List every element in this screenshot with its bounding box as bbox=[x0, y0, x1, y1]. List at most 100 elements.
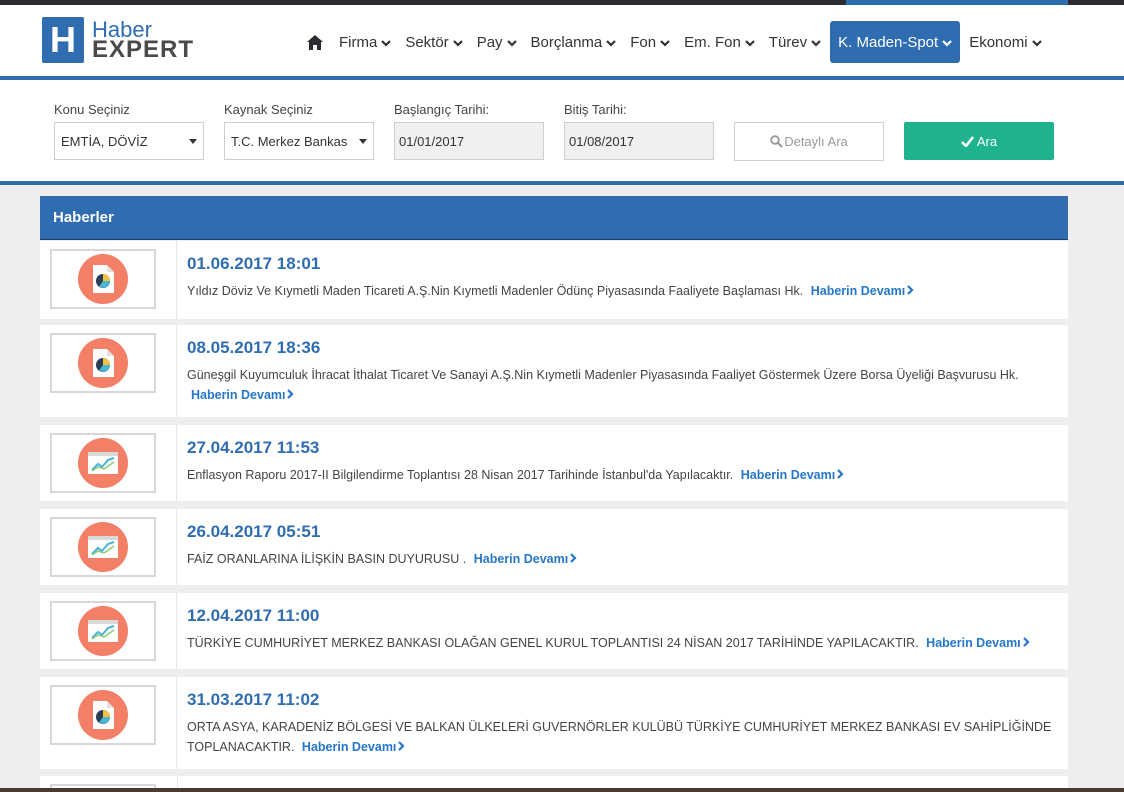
news-headline: TÜRKİYE CUMHURİYET MERKEZ BANKASI OLAĞAN… bbox=[187, 636, 919, 650]
start-date-filter: Başlangıç Tarihi: 01/01/2017 bbox=[394, 102, 544, 160]
caret-down-icon bbox=[359, 138, 367, 144]
pie-document-icon bbox=[78, 690, 128, 740]
nav-item-1[interactable]: Sektör bbox=[398, 21, 469, 63]
nav-item-5[interactable]: Em. Fon bbox=[677, 21, 762, 63]
news-item: 08.05.2017 18:36 Güneşgil Kuyumculuk İhra… bbox=[40, 325, 1068, 417]
nav-item-0[interactable]: Firma bbox=[332, 21, 398, 63]
news-title: Yıldız Döviz Ve Kıymetli Maden Ticareti … bbox=[187, 281, 1058, 301]
read-more-label: Haberin Devamı bbox=[301, 740, 397, 754]
news-date[interactable]: 31.03.2017 11:02 bbox=[187, 689, 1058, 711]
news-text: 27.04.2017 11:53 Enflasyon Raporu 2017-II… bbox=[187, 437, 1058, 485]
end-date-input[interactable]: 01/08/2017 bbox=[564, 122, 714, 160]
news-item: 31.03.2017 11:02 ORTA ASYA, KARADENİZ BÖL… bbox=[40, 677, 1068, 769]
check-icon bbox=[960, 135, 974, 147]
topic-select-value: EMTİA, DÖVİZ bbox=[61, 133, 148, 149]
news-thumb-column bbox=[40, 593, 177, 669]
news-item: 27.04.2017 11:53 Enflasyon Raporu 2017-II… bbox=[40, 425, 1068, 501]
news-date[interactable]: 26.04.2017 05:51 bbox=[187, 521, 1058, 543]
news-thumbnail[interactable] bbox=[50, 433, 156, 493]
news-thumbnail[interactable] bbox=[50, 601, 156, 661]
search-button-label: Ara bbox=[976, 133, 998, 149]
nav-item-label: Ekonomi bbox=[969, 33, 1028, 51]
source-select[interactable]: T.C. Merkez Bankas bbox=[224, 122, 374, 160]
news-text: 12.04.2017 11:00 TÜRKİYE CUMHURİYET MERKE… bbox=[187, 605, 1058, 653]
nav-item-label: Fon bbox=[630, 33, 657, 51]
start-date-input[interactable]: 01/01/2017 bbox=[394, 122, 544, 160]
news-item: 01.06.2017 18:01 Yıldız Döviz Ve Kıymetli… bbox=[40, 241, 1068, 319]
nav-item-label: Türev bbox=[768, 33, 808, 51]
read-more-link[interactable]: Haberin Devamı bbox=[191, 388, 295, 402]
news-thumbnail[interactable] bbox=[50, 249, 156, 309]
nav-item-label: Pay bbox=[476, 33, 503, 51]
nav-item-2[interactable]: Pay bbox=[470, 21, 524, 63]
topic-label: Konu Seçiniz bbox=[54, 102, 130, 117]
chevron-down-icon bbox=[660, 34, 670, 51]
read-more-label: Haberin Devamı bbox=[740, 468, 836, 482]
chevron-down-icon bbox=[452, 34, 463, 51]
news-headline: Enflasyon Raporu 2017-II Bilgilendirme T… bbox=[187, 468, 734, 482]
nav-item-label: Borçlanma bbox=[530, 33, 603, 51]
chevron-right-icon bbox=[907, 281, 914, 301]
news-title: TÜRKİYE CUMHURİYET MERKEZ BANKASI OLAĞAN… bbox=[187, 633, 1058, 653]
detailed-search-button[interactable]: Detaylı Ara bbox=[734, 122, 884, 161]
news-title: Güneşgil Kuyumculuk İhracat İthalat Tica… bbox=[187, 365, 1058, 405]
read-more-label: Haberin Devamı bbox=[191, 388, 286, 402]
news-text: 26.04.2017 05:51 FAİZ ORANLARINA İLİŞKİN … bbox=[187, 521, 1058, 569]
chevron-right-icon bbox=[398, 737, 405, 757]
line-chart-icon bbox=[78, 438, 128, 488]
news-date[interactable]: 01.06.2017 18:01 bbox=[187, 253, 1058, 275]
search-icon bbox=[770, 135, 783, 148]
chevron-down-icon bbox=[606, 34, 617, 51]
pie-document-icon bbox=[78, 254, 128, 304]
nav-item-8[interactable]: Ekonomi bbox=[962, 21, 1048, 63]
source-label: Kaynak Seçiniz bbox=[224, 102, 313, 117]
news-thumb-column bbox=[40, 509, 177, 585]
main-nav: Firma Sektör Pay Borçlanma Fon Em. Fon Türev K.… bbox=[298, 21, 1049, 63]
news-item: 12.04.2017 11:00 TÜRKİYE CUMHURİYET MERKE… bbox=[40, 593, 1068, 669]
news-thumbnail[interactable] bbox=[50, 333, 156, 393]
logo-text: Haber EXPERT bbox=[92, 19, 194, 62]
read-more-link[interactable]: Haberin Devamı bbox=[926, 636, 1030, 650]
end-date-label: Bitiş Tarihi: bbox=[564, 102, 627, 117]
nav-item-label: Em. Fon bbox=[684, 33, 741, 51]
logo[interactable]: H Haber EXPERT bbox=[42, 17, 194, 63]
nav-item-3[interactable]: Borçlanma bbox=[524, 21, 624, 63]
nav-item-6[interactable]: Türev bbox=[762, 21, 828, 63]
news-headline: Yıldız Döviz Ve Kıymetli Maden Ticareti … bbox=[187, 284, 804, 298]
read-more-link[interactable]: Haberin Devamı bbox=[474, 552, 577, 566]
news-text: 08.05.2017 18:36 Güneşgil Kuyumculuk İhra… bbox=[187, 337, 1058, 405]
search-button[interactable]: Ara bbox=[904, 122, 1054, 160]
home-button[interactable] bbox=[298, 21, 332, 63]
chevron-down-icon bbox=[942, 34, 952, 51]
news-thumbnail[interactable] bbox=[50, 517, 156, 577]
logo-mark: H bbox=[42, 17, 84, 63]
topic-select[interactable]: EMTİA, DÖVİZ bbox=[54, 122, 204, 160]
topic-filter: Konu Seçiniz EMTİA, DÖVİZ bbox=[54, 102, 204, 160]
chevron-right-icon bbox=[570, 549, 577, 569]
chevron-down-icon bbox=[745, 34, 755, 51]
line-chart-icon bbox=[78, 522, 128, 572]
source-filter: Kaynak Seçiniz T.C. Merkez Bankas bbox=[224, 102, 374, 160]
line-chart-icon bbox=[78, 606, 128, 656]
news-thumb-column bbox=[40, 677, 177, 769]
news-title: Enflasyon Raporu 2017-II Bilgilendirme T… bbox=[187, 465, 1058, 485]
news-headline: FAİZ ORANLARINA İLİŞKİN BASIN DUYURUSU . bbox=[187, 552, 467, 566]
read-more-link[interactable]: Haberin Devamı bbox=[741, 468, 844, 482]
detailed-search-label: Detaylı Ara bbox=[784, 134, 848, 149]
news-thumbnail[interactable] bbox=[50, 685, 156, 745]
pie-document-icon bbox=[78, 338, 128, 388]
read-more-link[interactable]: Haberin Devamı bbox=[302, 740, 405, 754]
news-date[interactable]: 27.04.2017 11:53 bbox=[187, 437, 1058, 459]
bottom-edge bbox=[0, 788, 1124, 792]
news-item: 26.04.2017 05:51 FAİZ ORANLARINA İLİŞKİN … bbox=[40, 509, 1068, 585]
nav-item-4[interactable]: Fon bbox=[623, 21, 677, 63]
site-header: H Haber EXPERT Firma Sektör Pay Borçlanma Fo… bbox=[0, 5, 1124, 76]
news-date[interactable]: 08.05.2017 18:36 bbox=[187, 337, 1058, 359]
nav-item-7[interactable]: K. Maden-Spot bbox=[830, 21, 961, 63]
home-icon bbox=[307, 34, 323, 50]
read-more-link[interactable]: Haberin Devamı bbox=[811, 284, 914, 298]
filter-divider bbox=[0, 181, 1124, 185]
news-thumb-column bbox=[40, 241, 177, 319]
news-date[interactable]: 12.04.2017 11:00 bbox=[187, 605, 1058, 627]
nav-item-label: K. Maden-Spot bbox=[838, 33, 939, 51]
